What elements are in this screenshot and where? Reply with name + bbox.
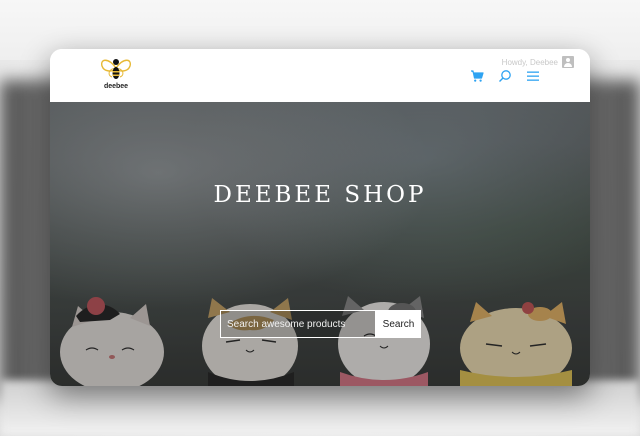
search-button[interactable]: Search [376,310,421,338]
avatar[interactable] [562,56,574,68]
greeting-text: Howdy, Deebee [501,57,558,67]
backdrop-bottom [0,380,640,436]
cart-icon[interactable] [470,69,484,83]
search-input[interactable] [220,310,376,338]
logo-text: deebee [103,83,129,90]
site-header: deebee Howdy, Deebee [50,49,590,102]
bee-logo-icon [101,59,131,79]
site-logo[interactable]: deebee [98,55,134,95]
page-title: DEEBEE SHOP [213,182,427,208]
menu-icon[interactable] [526,69,540,83]
site-window: deebee Howdy, Deebee DEEBEE SHOP Search … [50,49,590,386]
header-actions [470,69,540,83]
search-icon[interactable] [498,69,512,83]
product-search-form: Search [220,310,421,338]
hero-overlay [50,102,590,386]
user-greeting[interactable]: Howdy, Deebee [502,56,574,68]
hero-banner: DEEBEE SHOP Search [50,102,590,386]
